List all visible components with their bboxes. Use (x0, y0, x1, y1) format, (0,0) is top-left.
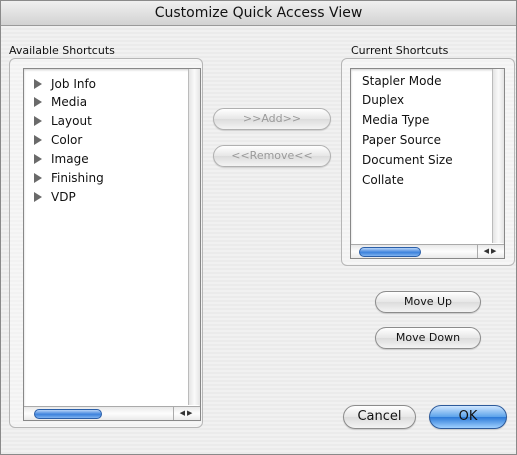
list-item[interactable]: Document Size (362, 150, 453, 170)
move-up-button[interactable]: Move Up (375, 291, 481, 313)
cancel-button[interactable]: Cancel (343, 405, 416, 429)
tree-item-image[interactable]: Image (34, 150, 89, 168)
tree-item-color[interactable]: Color (34, 131, 82, 149)
disclosure-triangle-icon[interactable] (34, 154, 42, 164)
tree-item-label: VDP (51, 190, 76, 204)
list-item[interactable]: Media Type (362, 110, 429, 130)
tree-item-label: Finishing (51, 171, 104, 185)
add-button[interactable]: >>Add>> (213, 108, 331, 130)
disclosure-triangle-icon[interactable] (34, 97, 42, 107)
tree-item-label: Image (51, 152, 89, 166)
disclosure-triangle-icon[interactable] (34, 79, 42, 89)
available-scroll-thumb[interactable] (34, 409, 102, 419)
tree-item-layout[interactable]: Layout (34, 112, 92, 130)
scroll-right-arrow-icon[interactable]: ▶ (187, 409, 194, 417)
list-item[interactable]: Paper Source (362, 130, 441, 150)
remove-button[interactable]: <<Remove<< (213, 145, 331, 167)
current-shortcuts-label: Current Shortcuts (351, 44, 449, 57)
customize-quick-access-dialog: Customize Quick Access View Available Sh… (0, 0, 517, 455)
ok-button[interactable]: OK (429, 405, 507, 429)
disclosure-triangle-icon[interactable] (34, 173, 42, 183)
current-scroll-arrows[interactable]: ◀▶ (477, 245, 504, 258)
available-shortcuts-list[interactable]: Job Info Media Layout Color Image Finish… (23, 68, 201, 421)
tree-item-label: Color (51, 133, 83, 147)
current-shortcuts-list[interactable]: Stapler Mode Duplex Media Type Paper Sou… (350, 68, 505, 259)
tree-item-media[interactable]: Media (34, 93, 87, 111)
available-scroll-arrows[interactable]: ◀▶ (173, 407, 200, 420)
tree-item-label: Layout (51, 114, 92, 128)
window-title: Customize Quick Access View (1, 1, 516, 26)
tree-item-vdp[interactable]: VDP (34, 188, 76, 206)
tree-item-label: Media (51, 95, 88, 109)
available-shortcuts-label: Available Shortcuts (9, 44, 115, 57)
list-item[interactable]: Stapler Mode (362, 71, 441, 91)
available-vertical-scrollbar[interactable] (188, 69, 200, 405)
disclosure-triangle-icon[interactable] (34, 116, 42, 126)
tree-item-label: Job Info (51, 77, 97, 91)
disclosure-triangle-icon[interactable] (34, 135, 42, 145)
current-horizontal-scrollbar[interactable]: ◀▶ (351, 244, 504, 258)
tree-item-job-info[interactable]: Job Info (34, 75, 96, 93)
move-down-button[interactable]: Move Down (375, 327, 481, 349)
scroll-left-arrow-icon[interactable]: ◀ (180, 409, 187, 417)
current-scroll-thumb[interactable] (359, 247, 421, 257)
tree-item-finishing[interactable]: Finishing (34, 169, 104, 187)
available-horizontal-scrollbar[interactable]: ◀▶ (24, 406, 200, 420)
list-item[interactable]: Collate (362, 170, 404, 190)
list-item[interactable]: Duplex (362, 90, 404, 110)
scroll-right-arrow-icon[interactable]: ▶ (491, 247, 498, 255)
scroll-left-arrow-icon[interactable]: ◀ (484, 247, 491, 255)
current-vertical-scrollbar[interactable] (492, 69, 504, 243)
disclosure-triangle-icon[interactable] (34, 192, 42, 202)
